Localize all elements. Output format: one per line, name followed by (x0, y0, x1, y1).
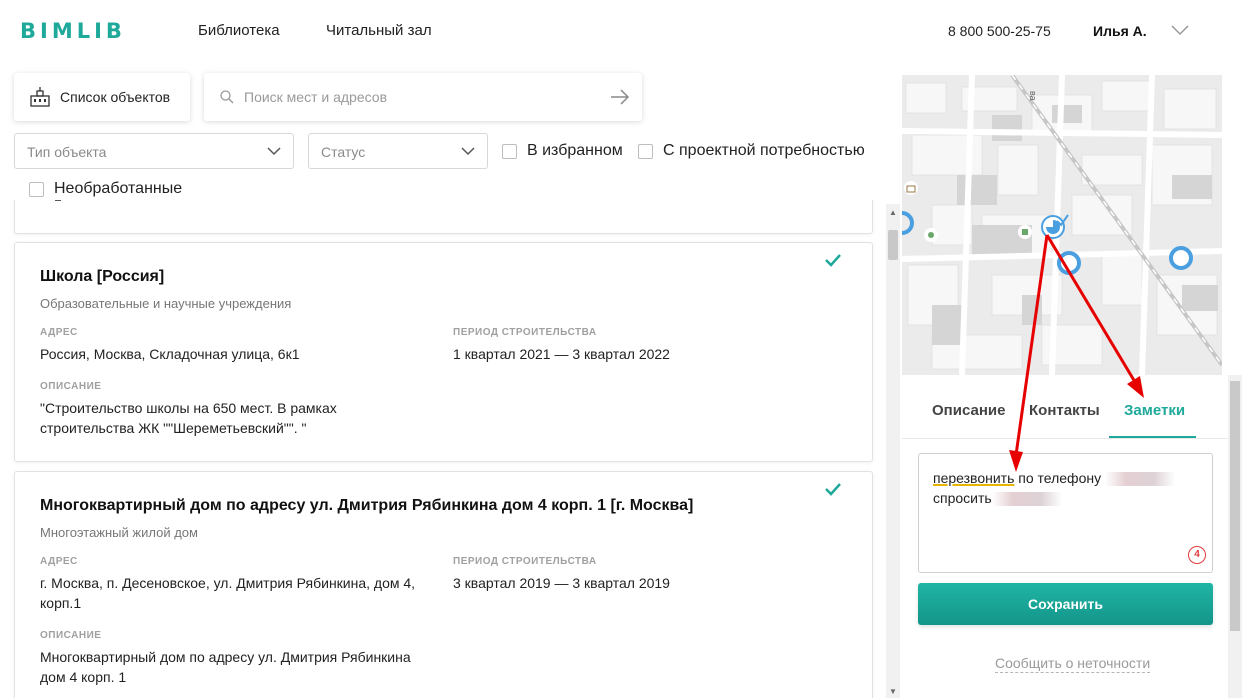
objects-list-button[interactable]: Список объектов (14, 73, 190, 121)
arrow-right-icon[interactable] (610, 88, 630, 106)
address-value: корп.1 (40, 595, 82, 611)
notes-text: перезвонить (933, 470, 1015, 486)
notes-counter-badge: 4 (1188, 546, 1206, 564)
tab-contacts[interactable]: Контакты (1029, 402, 1100, 419)
chevron-down-icon[interactable] (1170, 22, 1190, 38)
map-canvas[interactable]: ва (902, 75, 1222, 375)
map-marker[interactable] (1057, 251, 1081, 275)
description-label: ОПИСАНИЕ (40, 381, 102, 392)
header: BIMLIB Библиотека Читальный зал 8 800 50… (0, 0, 1242, 64)
status-placeholder: Статус (321, 144, 366, 160)
project-need-checkbox[interactable]: С проектной потребностью (638, 142, 865, 160)
museum-poi-icon (904, 181, 918, 195)
unprocessed-label: Необработанные (54, 180, 183, 197)
object-details-panel: Описание Контакты Заметки перезвонить по… (902, 375, 1228, 698)
checkmark-icon[interactable] (824, 482, 842, 496)
divider (902, 438, 1228, 439)
period-value: 1 квартал 2021 — 3 квартал 2022 (453, 346, 670, 362)
building-icon (30, 87, 50, 107)
status-select[interactable]: Статус (308, 133, 488, 169)
address-label: АДРЕС (40, 556, 78, 567)
card-category: Многоэтажный жилой дом (40, 525, 198, 540)
map-street-label: ва (1028, 91, 1038, 101)
search-input[interactable] (244, 85, 594, 109)
tab-notes[interactable]: Заметки (1124, 402, 1185, 419)
redacted-text (991, 492, 1062, 507)
notes-text: спросить (933, 490, 992, 506)
checkbox-box[interactable] (502, 143, 517, 159)
object-card[interactable] (14, 200, 873, 234)
objects-list-label: Список объектов (60, 89, 171, 105)
nav-reading-room[interactable]: Читальный зал (326, 22, 432, 39)
objects-list: Школа [Россия] Образовательные и научные… (0, 200, 890, 698)
tab-description[interactable]: Описание (932, 402, 1005, 419)
map-marker[interactable] (1169, 246, 1193, 270)
address-value: Россия, Москва, Складочная улица, 6к1 (40, 346, 300, 362)
project-need-label: С проектной потребностью (663, 142, 865, 159)
list-scrollbar[interactable]: ▲ ▼ (886, 204, 900, 698)
search-icon (220, 90, 234, 104)
nav-library[interactable]: Библиотека (198, 22, 280, 39)
object-card[interactable]: Многоквартирный дом по адресу ул. Дмитри… (14, 471, 873, 698)
period-label: ПЕРИОД СТРОИТЕЛЬСТВА (453, 327, 597, 338)
card-title[interactable]: Школа [Россия] (40, 268, 164, 286)
search-box[interactable] (204, 73, 642, 121)
logo-text: BIMLIB (20, 19, 126, 43)
checkbox-box[interactable] (638, 143, 653, 159)
checkmark-icon[interactable] (824, 253, 842, 267)
object-card[interactable]: Школа [Россия] Образовательные и научные… (14, 242, 873, 462)
description-line: строительства ЖК ""Шереметьевский"". " (40, 420, 307, 436)
building-poi-icon (1018, 225, 1032, 239)
notes-text: по телефону (1014, 470, 1105, 486)
description-line: "Строительство школы на 650 мест. В рамк… (40, 400, 337, 416)
card-title[interactable]: Многоквартирный дом по адресу ул. Дмитри… (40, 497, 693, 515)
object-type-placeholder: Тип объекта (27, 144, 107, 160)
favorites-label: В избранном (527, 142, 623, 159)
user-name[interactable]: Илья А. (1093, 23, 1147, 39)
phone-number[interactable]: 8 800 500-25-75 (948, 23, 1051, 39)
description-label: ОПИСАНИЕ (40, 630, 102, 641)
scroll-down-arrow[interactable]: ▼ (889, 687, 897, 696)
notes-textarea[interactable]: перезвонить по телефону спросить 4 (918, 453, 1213, 573)
description-line: Многоквартирный дом по адресу ул. Дмитри… (40, 649, 411, 665)
address-label: АДРЕС (40, 327, 78, 338)
logo[interactable]: BIMLIB (20, 18, 126, 44)
period-label: ПЕРИОД СТРОИТЕЛЬСТВА (453, 556, 597, 567)
scroll-up-arrow[interactable]: ▲ (889, 208, 897, 217)
chevron-down-icon (267, 147, 281, 156)
address-value: г. Москва, п. Десеновское, ул. Дмитрия Р… (40, 575, 416, 591)
park-poi-icon (924, 228, 938, 242)
period-value: 3 квартал 2019 — 3 квартал 2019 (453, 575, 670, 591)
scrollbar-thumb[interactable] (888, 230, 898, 260)
redacted-phone (1104, 472, 1175, 487)
partial-text (55, 200, 61, 201)
chevron-down-icon (461, 147, 475, 156)
save-button[interactable]: Сохранить (918, 583, 1213, 625)
map[interactable]: ва (902, 75, 1222, 375)
object-type-select[interactable]: Тип объекта (14, 133, 294, 169)
description-line: дом 4 корп. 1 (40, 669, 127, 685)
report-inaccuracy-link[interactable]: Сообщить о неточности (995, 655, 1151, 673)
scrollbar-thumb[interactable] (1230, 381, 1240, 631)
card-category: Образовательные и научные учреждения (40, 296, 292, 311)
unprocessed-checkbox[interactable]: Необработанные (29, 180, 182, 198)
panel-scrollbar[interactable] (1228, 375, 1242, 698)
checkbox-box[interactable] (29, 181, 44, 197)
favorites-checkbox[interactable]: В избранном (502, 142, 623, 160)
